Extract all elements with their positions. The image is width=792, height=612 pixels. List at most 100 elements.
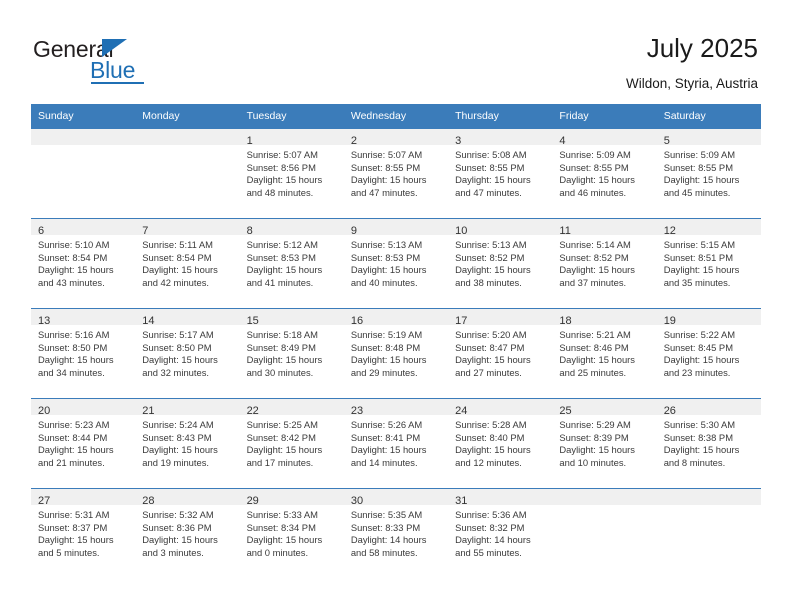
- day-cell[interactable]: 2 Sunrise: 5:07 AM Sunset: 8:55 PM Dayli…: [343, 128, 449, 218]
- day-cell[interactable]: 29 Sunrise: 5:33 AM Sunset: 8:34 PM Dayl…: [239, 488, 344, 578]
- sunset-line: Sunset: 8:53 PM: [350, 251, 421, 263]
- day-info: Sunrise: 5:14 AM Sunset: 8:52 PM Dayligh…: [552, 235, 656, 289]
- day-cell[interactable]: 22 Sunrise: 5:25 AM Sunset: 8:42 PM Dayl…: [239, 398, 344, 488]
- day-cell[interactable]: 6 Sunrise: 5:10 AM Sunset: 8:54 PM Dayli…: [31, 218, 136, 308]
- day-cell[interactable]: 25 Sunrise: 5:29 AM Sunset: 8:39 PM Dayl…: [552, 398, 657, 488]
- daylight-line-1: Daylight: 15 hours: [142, 444, 218, 456]
- day-cell[interactable]: 11 Sunrise: 5:14 AM Sunset: 8:52 PM Dayl…: [552, 218, 657, 308]
- day-number: 22: [246, 405, 259, 417]
- day-number: 20: [38, 405, 51, 417]
- day-cell[interactable]: 10 Sunrise: 5:13 AM Sunset: 8:52 PM Dayl…: [448, 218, 553, 308]
- daylight-line-2: and 19 minutes.: [142, 456, 209, 468]
- day-cell[interactable]: 12 Sunrise: 5:15 AM Sunset: 8:51 PM Dayl…: [656, 218, 761, 308]
- day-number: 6: [38, 225, 45, 237]
- day-cell[interactable]: 3 Sunrise: 5:08 AM Sunset: 8:55 PM Dayli…: [448, 128, 553, 218]
- daylight-line-1: Daylight: 15 hours: [246, 354, 323, 366]
- day-cell: [656, 488, 761, 578]
- day-info: Sunrise: 5:33 AM Sunset: 8:34 PM Dayligh…: [240, 505, 344, 559]
- daylight-line-2: and 10 minutes.: [559, 456, 627, 468]
- daylight-line-1: Daylight: 15 hours: [246, 174, 323, 186]
- day-info: Sunrise: 5:30 AM Sunset: 8:38 PM Dayligh…: [657, 415, 761, 469]
- day-cell[interactable]: 8 Sunrise: 5:12 AM Sunset: 8:53 PM Dayli…: [239, 218, 344, 308]
- daylight-line-1: Daylight: 15 hours: [663, 444, 740, 456]
- page-location: Wildon, Styria, Austria: [625, 76, 758, 91]
- daylight-line-1: Daylight: 15 hours: [663, 174, 740, 186]
- day-cell[interactable]: 17 Sunrise: 5:20 AM Sunset: 8:47 PM Dayl…: [448, 308, 553, 398]
- calendar-grid: Sunday Monday Tuesday Wednesday Thursday…: [31, 104, 761, 578]
- day-cell[interactable]: 7 Sunrise: 5:11 AM Sunset: 8:54 PM Dayli…: [135, 218, 240, 308]
- daylight-line-1: Daylight: 15 hours: [350, 354, 427, 366]
- calendar-week-row: 13 Sunrise: 5:16 AM Sunset: 8:50 PM Dayl…: [31, 308, 761, 398]
- sunrise-line: Sunrise: 5:22 AM: [663, 329, 736, 340]
- sunset-line: Sunset: 8:50 PM: [38, 341, 108, 353]
- day-number: 11: [559, 225, 571, 237]
- sunrise-line: Sunrise: 5:12 AM: [246, 239, 318, 250]
- day-cell[interactable]: 24 Sunrise: 5:28 AM Sunset: 8:40 PM Dayl…: [448, 398, 553, 488]
- sunrise-line: Sunrise: 5:09 AM: [559, 149, 631, 160]
- day-cell[interactable]: 13 Sunrise: 5:16 AM Sunset: 8:50 PM Dayl…: [31, 308, 136, 398]
- day-info: Sunrise: 5:22 AM Sunset: 8:45 PM Dayligh…: [657, 325, 761, 379]
- sunset-line: Sunset: 8:36 PM: [142, 521, 212, 533]
- day-cell[interactable]: 9 Sunrise: 5:13 AM Sunset: 8:53 PM Dayli…: [343, 218, 449, 308]
- calendar-week-row: 20 Sunrise: 5:23 AM Sunset: 8:44 PM Dayl…: [31, 398, 761, 488]
- day-cell[interactable]: 16 Sunrise: 5:19 AM Sunset: 8:48 PM Dayl…: [343, 308, 449, 398]
- day-cell[interactable]: 26 Sunrise: 5:30 AM Sunset: 8:38 PM Dayl…: [656, 398, 761, 488]
- daylight-line-1: Daylight: 15 hours: [559, 444, 635, 456]
- daylight-line-1: Daylight: 15 hours: [38, 264, 114, 276]
- day-cell[interactable]: 30 Sunrise: 5:35 AM Sunset: 8:33 PM Dayl…: [343, 488, 449, 578]
- daylight-line-2: and 27 minutes.: [455, 366, 522, 378]
- sunrise-line: Sunrise: 5:13 AM: [455, 239, 527, 250]
- daylight-line-2: and 41 minutes.: [246, 276, 314, 288]
- day-info: [31, 145, 135, 149]
- calendar-body: 1 Sunrise: 5:07 AM Sunset: 8:56 PM Dayli…: [31, 128, 761, 578]
- day-cell[interactable]: 19 Sunrise: 5:22 AM Sunset: 8:45 PM Dayl…: [656, 308, 761, 398]
- sunrise-line: Sunrise: 5:15 AM: [663, 239, 736, 250]
- day-info: [135, 145, 239, 149]
- day-cell: [135, 128, 240, 218]
- logo-underline: [91, 82, 144, 84]
- day-cell[interactable]: 1 Sunrise: 5:07 AM Sunset: 8:56 PM Dayli…: [239, 128, 344, 218]
- daylight-line-1: Daylight: 15 hours: [455, 444, 531, 456]
- day-info: Sunrise: 5:11 AM Sunset: 8:54 PM Dayligh…: [135, 235, 239, 289]
- day-cell[interactable]: 23 Sunrise: 5:26 AM Sunset: 8:41 PM Dayl…: [343, 398, 449, 488]
- day-cell[interactable]: 15 Sunrise: 5:18 AM Sunset: 8:49 PM Dayl…: [239, 308, 344, 398]
- sunset-line: Sunset: 8:39 PM: [559, 431, 629, 443]
- daylight-line-2: and 47 minutes.: [455, 186, 522, 198]
- day-cell[interactable]: 18 Sunrise: 5:21 AM Sunset: 8:46 PM Dayl…: [552, 308, 657, 398]
- weekday-header-wednesday: Wednesday: [343, 104, 449, 128]
- day-cell[interactable]: 14 Sunrise: 5:17 AM Sunset: 8:50 PM Dayl…: [135, 308, 240, 398]
- sunset-line: Sunset: 8:43 PM: [142, 431, 212, 443]
- day-cell[interactable]: 28 Sunrise: 5:32 AM Sunset: 8:36 PM Dayl…: [135, 488, 240, 578]
- day-number: 10: [455, 225, 468, 237]
- day-number: 19: [663, 315, 676, 327]
- day-cell[interactable]: 31 Sunrise: 5:36 AM Sunset: 8:32 PM Dayl…: [448, 488, 553, 578]
- sunrise-line: Sunrise: 5:26 AM: [350, 419, 423, 430]
- day-number: 9: [350, 225, 357, 237]
- day-cell[interactable]: 21 Sunrise: 5:24 AM Sunset: 8:43 PM Dayl…: [135, 398, 240, 488]
- daylight-line-1: Daylight: 15 hours: [142, 354, 218, 366]
- day-info: Sunrise: 5:07 AM Sunset: 8:55 PM Dayligh…: [344, 145, 448, 199]
- day-info: Sunrise: 5:21 AM Sunset: 8:46 PM Dayligh…: [552, 325, 656, 379]
- triangle-icon: [102, 39, 127, 57]
- day-cell[interactable]: 5 Sunrise: 5:09 AM Sunset: 8:55 PM Dayli…: [656, 128, 761, 218]
- day-cell[interactable]: 20 Sunrise: 5:23 AM Sunset: 8:44 PM Dayl…: [31, 398, 136, 488]
- sunset-line: Sunset: 8:54 PM: [38, 251, 108, 263]
- sunrise-line: Sunrise: 5:32 AM: [142, 509, 214, 520]
- day-number: 8: [246, 225, 253, 237]
- daylight-line-1: Daylight: 15 hours: [246, 264, 323, 276]
- daylight-line-2: and 34 minutes.: [38, 366, 105, 378]
- daylight-line-1: Daylight: 15 hours: [246, 444, 323, 456]
- sunset-line: Sunset: 8:48 PM: [350, 341, 421, 353]
- day-number: 18: [559, 315, 572, 327]
- daylight-line-2: and 37 minutes.: [559, 276, 627, 288]
- day-info: Sunrise: 5:12 AM Sunset: 8:53 PM Dayligh…: [240, 235, 344, 289]
- sunset-line: Sunset: 8:44 PM: [38, 431, 108, 443]
- day-cell[interactable]: 4 Sunrise: 5:09 AM Sunset: 8:55 PM Dayli…: [552, 128, 657, 218]
- sunset-line: Sunset: 8:41 PM: [350, 431, 421, 443]
- daylight-line-1: Daylight: 15 hours: [350, 264, 427, 276]
- day-info: Sunrise: 5:25 AM Sunset: 8:42 PM Dayligh…: [240, 415, 344, 469]
- daylight-line-1: Daylight: 15 hours: [455, 354, 531, 366]
- daylight-line-1: Daylight: 15 hours: [246, 534, 323, 546]
- day-cell[interactable]: 27 Sunrise: 5:31 AM Sunset: 8:37 PM Dayl…: [31, 488, 136, 578]
- sunrise-line: Sunrise: 5:31 AM: [38, 509, 110, 520]
